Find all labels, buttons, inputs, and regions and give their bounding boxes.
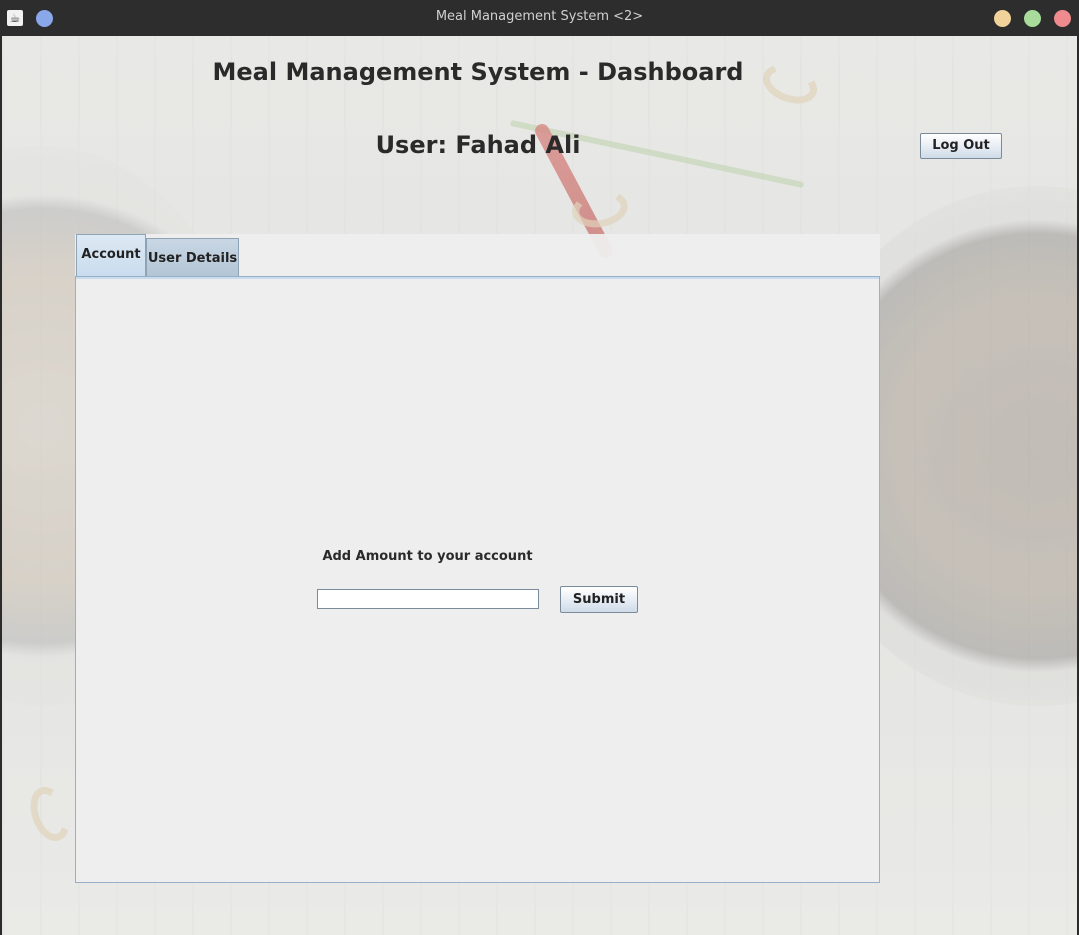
tab-strip: Account User Details [75, 234, 880, 276]
close-button[interactable] [1054, 10, 1071, 27]
maximize-button[interactable] [1024, 10, 1041, 27]
dashboard-title: Meal Management System - Dashboard [212, 58, 744, 86]
submit-button[interactable]: Submit [560, 586, 638, 613]
user-name-label: User: Fahad Ali [375, 131, 581, 159]
window-titlebar: ☕ Meal Management System <2> [0, 0, 1079, 36]
add-amount-label: Add Amount to your account [322, 549, 533, 564]
logout-button[interactable]: Log Out [920, 133, 1002, 159]
tab-user-details[interactable]: User Details [146, 238, 239, 276]
minimize-button[interactable] [994, 10, 1011, 27]
dashboard-window: Meal Management System - Dashboard User:… [2, 36, 1077, 935]
account-panel: Add Amount to your account Submit [75, 276, 880, 883]
window-title: Meal Management System <2> [435, 9, 644, 24]
amount-input[interactable] [317, 589, 539, 609]
tab-account[interactable]: Account [76, 234, 146, 276]
